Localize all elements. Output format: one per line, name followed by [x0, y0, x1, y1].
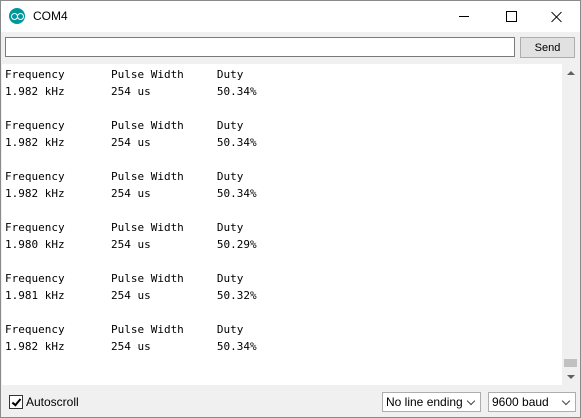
serial-output-area[interactable]: Frequency Pulse Width Duty 1.982 kHz 254…	[2, 64, 562, 385]
close-button[interactable]	[534, 1, 580, 32]
checkmark-icon	[11, 395, 21, 407]
autoscroll-label: Autoscroll	[26, 395, 79, 409]
arduino-logo-icon	[9, 8, 25, 24]
maximize-icon	[505, 11, 517, 22]
send-button[interactable]: Send	[520, 37, 575, 58]
line-ending-select[interactable]: No line ending	[382, 392, 481, 412]
minimize-icon	[459, 16, 469, 17]
send-input[interactable]	[5, 37, 515, 57]
close-icon	[551, 11, 563, 23]
window-title: COM4	[33, 9, 68, 23]
serial-output-text: Frequency Pulse Width Duty 1.982 kHz 254…	[5, 68, 257, 353]
maximize-button[interactable]	[488, 1, 534, 32]
chevron-down-icon	[466, 396, 476, 406]
minimize-button[interactable]	[441, 1, 487, 32]
vertical-scrollbar[interactable]	[562, 64, 579, 385]
title-bar[interactable]: COM4	[1, 1, 580, 32]
status-bar: Autoscroll No line ending 9600 baud	[1, 387, 580, 417]
scroll-thumb[interactable]	[564, 359, 577, 367]
baud-rate-select[interactable]: 9600 baud	[488, 392, 576, 412]
scroll-down-button[interactable]	[562, 368, 579, 385]
baud-rate-value: 9600 baud	[492, 395, 549, 409]
arrow-up-icon	[566, 70, 575, 75]
serial-monitor-window: COM4 Send Frequency Pulse Width Duty 1.9…	[0, 0, 581, 418]
arrow-down-icon	[566, 374, 575, 379]
autoscroll-checkbox[interactable]	[9, 395, 23, 409]
line-ending-value: No line ending	[386, 395, 463, 409]
chevron-down-icon	[561, 396, 571, 406]
scroll-up-button[interactable]	[562, 64, 579, 81]
